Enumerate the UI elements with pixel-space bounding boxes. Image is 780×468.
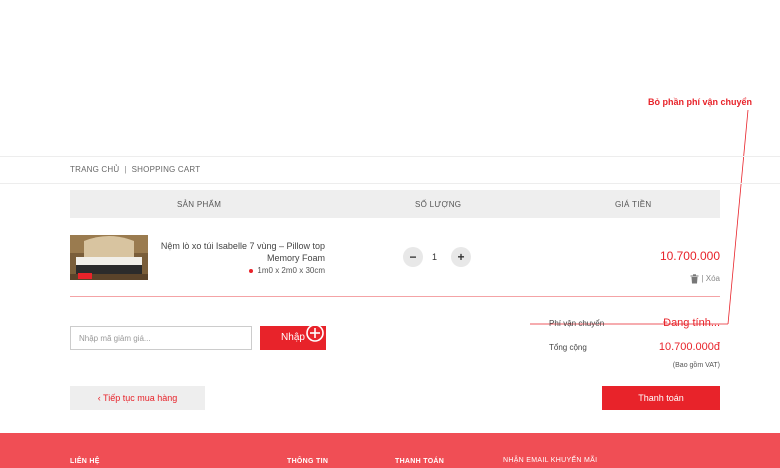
- product-name[interactable]: Nệm lò xo túi Isabelle 7 vùng – Pillow t…: [155, 240, 325, 264]
- total-value: 10.700.000đ: [658, 341, 720, 353]
- continue-shopping-button[interactable]: ‹ Tiếp tục mua hàng: [70, 386, 205, 410]
- header-price: GIÁ TIỀN: [615, 200, 652, 209]
- coupon-input[interactable]: [70, 326, 252, 350]
- item-price: 10.700.000: [659, 249, 720, 263]
- breadcrumb-separator: |: [124, 165, 127, 174]
- footer-info[interactable]: THÔNG TIN: [287, 458, 328, 465]
- header-product: SẢN PHẨM: [177, 200, 222, 209]
- delete-separator: |: [701, 274, 704, 284]
- shipping-label: Phí vận chuyển: [549, 319, 605, 328]
- product-image[interactable]: [70, 235, 148, 280]
- quantity-increase-button[interactable]: +: [451, 247, 471, 267]
- quantity-value[interactable]: 1: [432, 252, 437, 262]
- cart-table-header: SẢN PHẨM SỐ LƯỢNG GIÁ TIỀN: [70, 190, 720, 218]
- vat-note: (Bao gồm VAT): [672, 362, 720, 369]
- size-dot-icon: [249, 268, 254, 273]
- delete-label: Xóa: [705, 274, 720, 284]
- cart-page: Bỏ phần phí vận chuyển TRANG CHỦ | SHOPPIN…: [0, 0, 780, 468]
- breadcrumb-current: SHOPPING CART: [131, 165, 201, 174]
- quantity-decrease-button[interactable]: −: [403, 247, 423, 267]
- delete-item-button[interactable]: | Xóa: [620, 274, 720, 284]
- footer-contact[interactable]: LIÊN HỆ: [70, 458, 100, 465]
- product-size: 1m0 x 2m0 x 30cm: [155, 266, 325, 275]
- mattress-photo: [70, 235, 148, 280]
- total-label: Tổng cộng: [549, 343, 587, 352]
- header-quantity: SỐ LƯỢNG: [415, 200, 462, 209]
- checkout-button[interactable]: Thanh toán: [602, 386, 720, 410]
- footer: LIÊN HỆ THÔNG TIN THANH TOÁN NHẬN EMAIL …: [0, 433, 780, 468]
- footer-payment[interactable]: THANH TOÁN: [395, 458, 444, 465]
- shipping-value: Đang tính...: [663, 317, 720, 329]
- product-size-text: 1m0 x 2m0 x 30cm: [257, 266, 325, 275]
- footer-newsletter: NHẬN EMAIL KHUYẾN MÃI: [503, 457, 598, 464]
- annotation-note: Bỏ phần phí vận chuyển: [648, 97, 753, 107]
- breadcrumb: TRANG CHỦ | SHOPPING CART: [70, 165, 200, 174]
- cart-divider: [70, 296, 720, 297]
- breadcrumb-home[interactable]: TRANG CHỦ: [70, 165, 119, 174]
- cursor-plus-icon: [306, 324, 324, 342]
- trash-icon: [690, 274, 699, 284]
